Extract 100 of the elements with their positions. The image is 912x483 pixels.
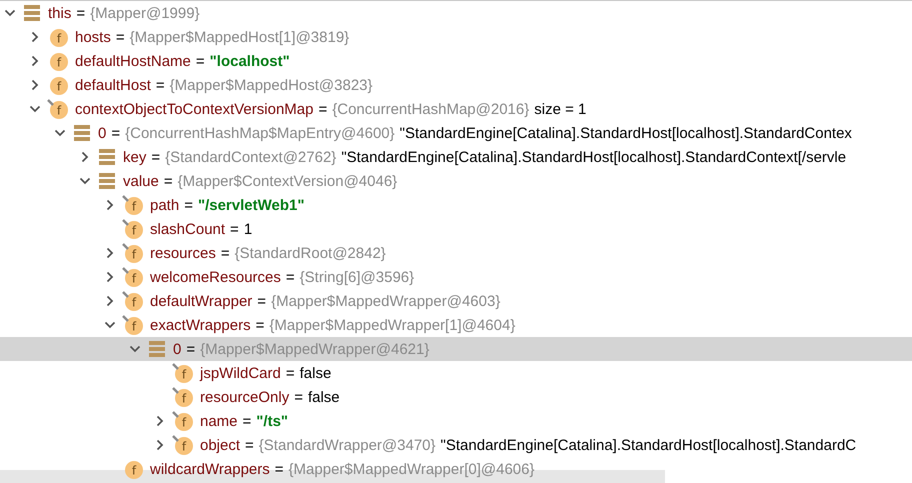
variable-name: this [48, 4, 72, 22]
variable-name: welcomeResources [150, 268, 281, 286]
selected-row-highlight[interactable]: 0 = {Mapper$MappedWrapper@4621} [0, 337, 912, 361]
equals-sign: = [111, 124, 120, 142]
type-label: {Mapper$MappedWrapper[1]@4604} [269, 316, 516, 334]
variable-name: 0 [98, 124, 106, 142]
variable-name: slashCount [150, 220, 226, 238]
variable-value: size = 1 [534, 100, 586, 118]
string-value: "/ts" [256, 412, 288, 430]
equals-sign: = [220, 244, 230, 262]
variable-name: jspWildCard [200, 364, 281, 382]
field-icon-with-pin: f [122, 315, 144, 335]
variable-name: defaultHost [75, 76, 151, 94]
variable-name: 0 [173, 340, 182, 358]
field-icon-with-pin: f [122, 267, 144, 287]
equals-sign: = [245, 436, 254, 454]
equals-sign: = [151, 148, 160, 166]
variable-name: wildcardWrappers [150, 460, 270, 478]
equals-sign: = [184, 196, 193, 214]
chevron-right-icon[interactable] [79, 151, 91, 163]
type-label: {StandardContext@2762} [165, 148, 336, 166]
variable-value: "StandardEngine[Catalina].StandardHost[localhost].StandardC [440, 436, 856, 454]
chevron-right-icon[interactable] [154, 439, 166, 451]
stack-icon [22, 4, 42, 22]
chevron-down-icon[interactable] [4, 7, 16, 19]
variable-name: hosts [75, 28, 111, 46]
stack-icon [97, 172, 117, 190]
field-icon-with-pin: f [172, 411, 194, 431]
chevron-right-icon[interactable] [154, 415, 166, 427]
type-label: {StandardRoot@2842} [234, 244, 386, 262]
equals-sign: = [76, 4, 86, 22]
type-label: {StandardWrapper@3470} [258, 436, 436, 454]
chevron-right-icon[interactable] [104, 295, 116, 307]
variable-name: defaultHostName [75, 52, 191, 70]
type-label: {ConcurrentHashMap@2016} [332, 100, 530, 118]
equals-sign: = [257, 292, 266, 310]
equals-sign: = [116, 28, 125, 46]
field-icon-with-pin: f [122, 291, 144, 311]
equals-sign: = [286, 268, 295, 286]
stack-icon [147, 340, 167, 358]
field-icon-with-pin: f [122, 243, 144, 263]
field-icon: f [122, 459, 144, 479]
field-icon: f [47, 27, 69, 47]
type-label: {Mapper$MappedWrapper[0]@4606} [288, 460, 534, 478]
chevron-right-icon[interactable] [104, 271, 116, 283]
chevron-down-icon[interactable] [29, 103, 41, 115]
type-label: {Mapper@1999} [90, 4, 200, 22]
variable-value: "StandardEngine[Catalina].StandardHost[localhost].StandardContext[/servle [341, 148, 846, 166]
type-label: {Mapper$MappedWrapper@4621} [200, 340, 430, 358]
type-label: {Mapper$MappedHost@3823} [170, 76, 373, 94]
string-value: "/servletWeb1" [198, 196, 304, 214]
equals-sign: = [294, 388, 303, 406]
field-icon-with-pin: f [122, 219, 144, 239]
variable-name: name [200, 412, 238, 430]
variable-name: path [150, 196, 180, 214]
variable-value: 1 [244, 220, 252, 238]
equals-sign: = [274, 460, 284, 478]
variable-name: resourceOnly [200, 388, 290, 406]
chevron-right-icon[interactable] [29, 31, 41, 43]
type-label: {Mapper$ContextVersion@4046} [178, 172, 398, 190]
chevron-down-icon[interactable] [54, 127, 66, 139]
equals-sign: = [196, 52, 205, 70]
field-icon-with-pin: f [172, 387, 194, 407]
field-icon-with-pin: f [47, 99, 69, 119]
type-label: {Mapper$MappedHost[1]@3819} [130, 28, 350, 46]
variable-value: "StandardEngine[Catalina].StandardHost[localhost].StandardContex [400, 124, 852, 142]
equals-sign: = [256, 316, 264, 334]
stack-icon [97, 148, 117, 166]
equals-sign: = [242, 412, 252, 430]
variable-name: contextObjectToContextVersionMap [75, 100, 314, 118]
field-icon-with-pin: f [122, 195, 144, 215]
chevron-right-icon[interactable] [29, 55, 41, 67]
field-icon: f [47, 51, 69, 71]
chevron-right-icon[interactable] [29, 79, 41, 91]
field-icon: f [47, 75, 69, 95]
string-value: "localhost" [210, 52, 290, 70]
chevron-right-icon[interactable] [104, 247, 116, 259]
variable-name: object [200, 436, 240, 454]
variable-name: value [123, 172, 159, 190]
field-icon-with-pin: f [172, 363, 194, 383]
variable-name: key [123, 148, 146, 166]
chevron-down-icon[interactable] [129, 343, 141, 355]
chevron-down-icon[interactable] [104, 319, 116, 331]
type-label: {Mapper$MappedWrapper@4603} [271, 292, 500, 310]
equals-sign: = [318, 100, 328, 118]
equals-sign: = [186, 340, 196, 358]
type-label: {String[6]@3596} [300, 268, 414, 286]
chevron-down-icon[interactable] [79, 175, 91, 187]
type-label: {ConcurrentHashMap$MapEntry@4600} [125, 124, 395, 142]
variable-name: defaultWrapper [150, 292, 252, 310]
field-icon-with-pin: f [172, 435, 194, 455]
variable-value: false [300, 364, 332, 382]
stack-icon [72, 124, 92, 142]
variable-name: resources [150, 244, 216, 262]
equals-sign: = [286, 364, 295, 382]
variable-value: false [308, 388, 340, 406]
chevron-right-icon[interactable] [104, 199, 116, 211]
equals-sign: = [156, 76, 165, 94]
variable-name: exactWrappers [150, 316, 251, 334]
equals-sign: = [230, 220, 239, 238]
